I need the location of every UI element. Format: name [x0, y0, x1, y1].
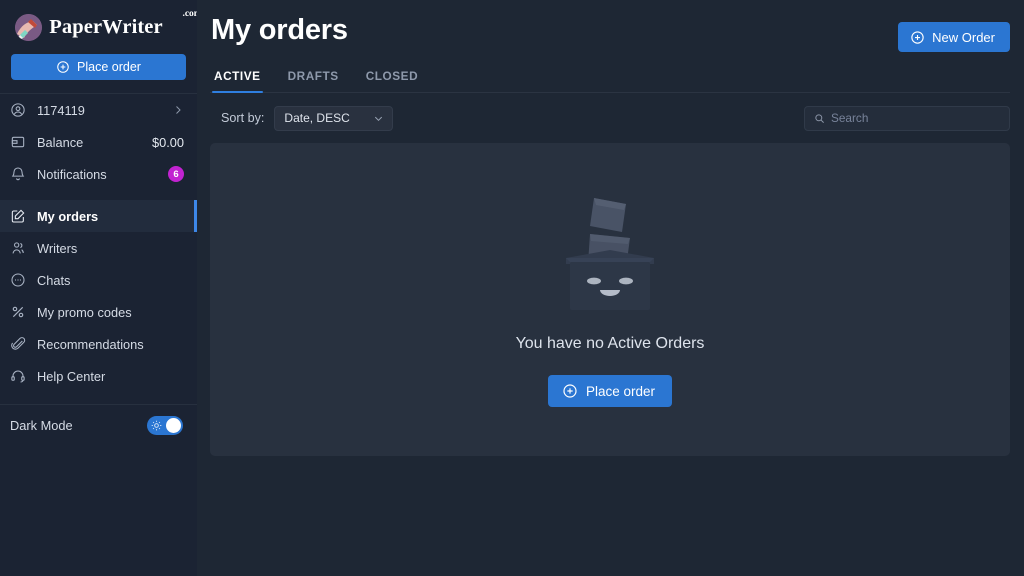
percent-icon	[12, 306, 24, 318]
notifications-row[interactable]: Notifications 6	[0, 158, 197, 190]
place-order-button-sidebar[interactable]: Place order	[11, 54, 186, 80]
search-input[interactable]: Search	[831, 111, 868, 125]
account-id: 1174119	[37, 102, 85, 118]
tab-drafts[interactable]: DRAFTS	[286, 69, 341, 92]
new-order-label: New Order	[932, 29, 995, 45]
search-box[interactable]: Search	[804, 105, 1010, 131]
place-order-button-main[interactable]: Place order	[547, 375, 673, 407]
sidebar-item-my-promo-codes[interactable]: My promo codes	[0, 296, 197, 328]
account-row[interactable]: 1174119	[0, 94, 197, 126]
sidebar-item-recommendations[interactable]: Recommendations	[0, 328, 197, 360]
empty-box-with-papers-icon	[566, 198, 654, 310]
dark-mode-row: Dark Mode	[0, 405, 197, 445]
writing-hand-icon	[15, 13, 43, 41]
order-tabs: ACTIVE DRAFTS CLOSED	[210, 69, 1010, 93]
user-circle-icon	[11, 103, 25, 117]
orders-toolbar: Sort by: Date, DESC Search	[210, 93, 1010, 143]
notifications-label: Notifications	[37, 166, 107, 182]
sun-icon	[151, 420, 162, 430]
headset-icon	[11, 370, 25, 383]
balance-row[interactable]: Balance $0.00	[0, 126, 197, 158]
sidebar: PaperWriter .com Place order 1174119 Bal…	[0, 0, 202, 576]
empty-state-message: You have no Active Orders	[515, 335, 705, 352]
plus-circle-icon	[57, 61, 69, 73]
sidebar-item-chats[interactable]: Chats	[0, 264, 197, 296]
sidebar-item-label: My orders	[37, 208, 99, 224]
writers-people-icon	[12, 242, 24, 254]
toggle-knob	[166, 417, 181, 433]
sort-control: Sort by: Date, DESC	[221, 105, 394, 131]
edit-square-icon	[11, 209, 25, 223]
sidebar-item-label: Chats	[37, 272, 71, 288]
brand-name: PaperWriter	[49, 15, 163, 38]
plus-circle-icon	[563, 384, 577, 398]
sidebar-item-label: Recommendations	[37, 336, 144, 352]
paperclip-icon	[11, 337, 26, 350]
sidebar-item-label: Writers	[37, 240, 78, 256]
chat-bubble-icon	[11, 273, 25, 287]
tab-active[interactable]: ACTIVE	[212, 69, 263, 93]
brand-logo[interactable]: PaperWriter .com	[0, 0, 202, 50]
chevron-right-icon	[176, 106, 181, 114]
sidebar-item-label: Help Center	[37, 368, 106, 384]
app-root: PaperWriter .com Place order 1174119 Bal…	[0, 0, 1024, 576]
sort-by-label: Sort by:	[221, 111, 265, 125]
dark-mode-label: Dark Mode	[10, 417, 73, 433]
sidebar-item-writers[interactable]: Writers	[0, 232, 197, 264]
dark-mode-toggle[interactable]	[147, 415, 183, 435]
search-icon	[815, 113, 824, 123]
sidebar-item-my-orders[interactable]: My orders	[0, 200, 197, 232]
sort-selected-value: Date, DESC	[284, 111, 350, 125]
account-section: 1174119 Balance $0.00 Notifications 6	[0, 94, 197, 190]
balance-value: $0.00	[151, 134, 184, 150]
plus-circle-icon	[911, 30, 924, 44]
place-order-label-main: Place order	[585, 383, 656, 399]
chevron-down-icon	[375, 116, 383, 121]
sidebar-item-help-center[interactable]: Help Center	[0, 360, 197, 392]
tab-closed[interactable]: CLOSED	[364, 69, 420, 92]
new-order-button[interactable]: New Order	[898, 22, 1010, 52]
main-content: My orders New Order ACTIVE DRAFTS CLOSED…	[197, 0, 1024, 576]
wallet-icon	[11, 136, 25, 148]
sidebar-nav: My orders Writers Chats My promo codes R…	[0, 200, 197, 392]
balance-label: Balance	[37, 134, 84, 150]
orders-empty-card: You have no Active Orders Place order	[210, 143, 1010, 456]
sort-select[interactable]: Date, DESC	[274, 105, 394, 131]
page-header: My orders New Order	[210, 0, 1010, 52]
place-order-label-sidebar: Place order	[77, 60, 141, 74]
notifications-badge: 6	[168, 166, 184, 182]
page-title: My orders	[211, 14, 348, 46]
sidebar-item-label: My promo codes	[37, 304, 132, 320]
bell-icon	[11, 167, 25, 181]
